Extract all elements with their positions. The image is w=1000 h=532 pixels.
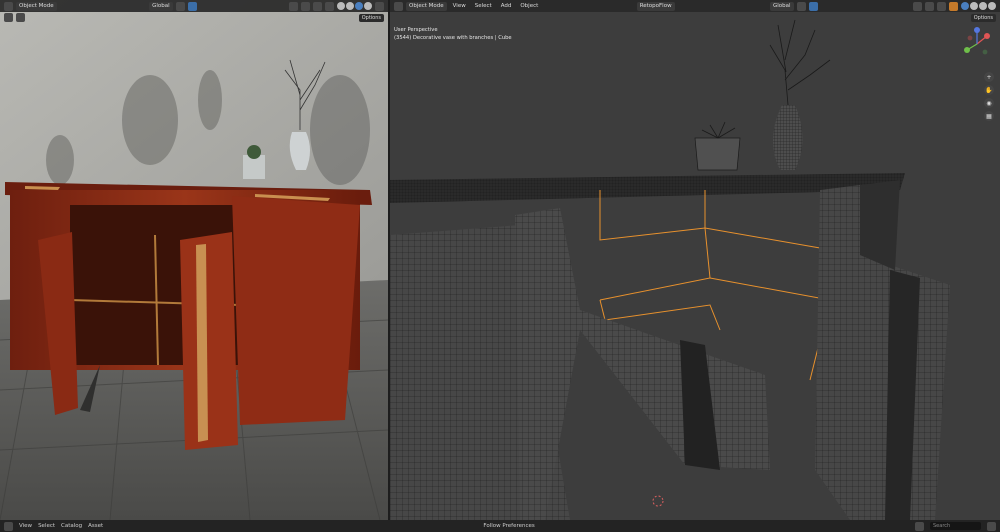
options-button[interactable]: Options xyxy=(358,13,384,22)
filter-icon[interactable] xyxy=(915,521,924,531)
menu-view[interactable]: View xyxy=(19,523,32,529)
gizmo-icon[interactable] xyxy=(301,1,311,11)
orientation-selector[interactable]: Global xyxy=(770,1,794,11)
pan-hand-icon[interactable]: ✋ xyxy=(984,85,994,95)
menu-add[interactable]: Add xyxy=(498,3,515,9)
xray-icon[interactable] xyxy=(325,1,335,11)
editor-type-icon[interactable] xyxy=(4,1,13,11)
left-subtoolbar: Options xyxy=(0,12,388,23)
shading-buttons[interactable] xyxy=(960,2,996,10)
orientation-selector[interactable]: Global xyxy=(149,1,173,11)
menu-asset[interactable]: Asset xyxy=(88,523,103,529)
overlay-icon[interactable] xyxy=(936,1,946,11)
wireframe-viewport[interactable]: Object Mode View Select Add Object Retop… xyxy=(390,0,1000,520)
options-button[interactable]: Options xyxy=(970,13,996,22)
select-tool-icon[interactable] xyxy=(4,13,13,22)
editor-type-icon[interactable] xyxy=(394,1,403,11)
zoom-icon[interactable]: + xyxy=(984,72,994,82)
left-viewport-header: Object Mode Global xyxy=(0,0,388,12)
snap-icon[interactable] xyxy=(808,1,818,11)
pivot-icon[interactable] xyxy=(796,1,806,11)
search-input[interactable]: Search xyxy=(930,522,981,530)
funnel-icon[interactable] xyxy=(987,521,996,531)
snap-icon[interactable] xyxy=(187,1,197,11)
viewport-info: User Perspective (3544) Decorative vase … xyxy=(394,26,512,42)
menu-select[interactable]: Select xyxy=(38,523,55,529)
visibility-icon[interactable] xyxy=(912,1,922,11)
xray-icon[interactable] xyxy=(948,1,958,11)
pause-icon[interactable] xyxy=(375,1,385,11)
view-tools: + ✋ ◉ ▦ xyxy=(984,72,994,121)
shading-buttons[interactable] xyxy=(337,2,373,10)
menu-select[interactable]: Select xyxy=(472,3,495,9)
tool-icon[interactable] xyxy=(16,13,25,22)
menu-view[interactable]: View xyxy=(450,3,469,9)
retopoflow-button[interactable]: RetopoFlow xyxy=(636,1,675,11)
status-bar: View Select Catalog Asset Follow Prefere… xyxy=(0,520,1000,532)
mode-selector[interactable]: Object Mode xyxy=(16,1,57,11)
rendered-scene xyxy=(0,0,388,520)
overlay-icon[interactable] xyxy=(313,1,323,11)
rendered-viewport[interactable]: Object Mode Global Options xyxy=(0,0,388,520)
editor-type-icon[interactable] xyxy=(4,521,13,531)
pivot-icon[interactable] xyxy=(175,1,185,11)
selection-info: (3544) Decorative vase with branches | C… xyxy=(394,35,512,41)
gizmo-icon[interactable] xyxy=(924,1,934,11)
view-name: User Perspective xyxy=(394,27,438,33)
camera-icon[interactable]: ◉ xyxy=(984,98,994,108)
grid-icon[interactable]: ▦ xyxy=(984,111,994,121)
mode-selector[interactable]: Object Mode xyxy=(406,1,447,11)
menu-catalog[interactable]: Catalog xyxy=(61,523,82,529)
follow-preferences[interactable]: Follow Preferences xyxy=(483,523,534,529)
menu-object[interactable]: Object xyxy=(517,3,541,9)
right-viewport-header: Object Mode View Select Add Object Retop… xyxy=(390,0,1000,12)
right-subtoolbar: Options xyxy=(390,12,1000,23)
wireframe-scene xyxy=(390,0,1000,520)
visibility-icon[interactable] xyxy=(289,1,299,11)
